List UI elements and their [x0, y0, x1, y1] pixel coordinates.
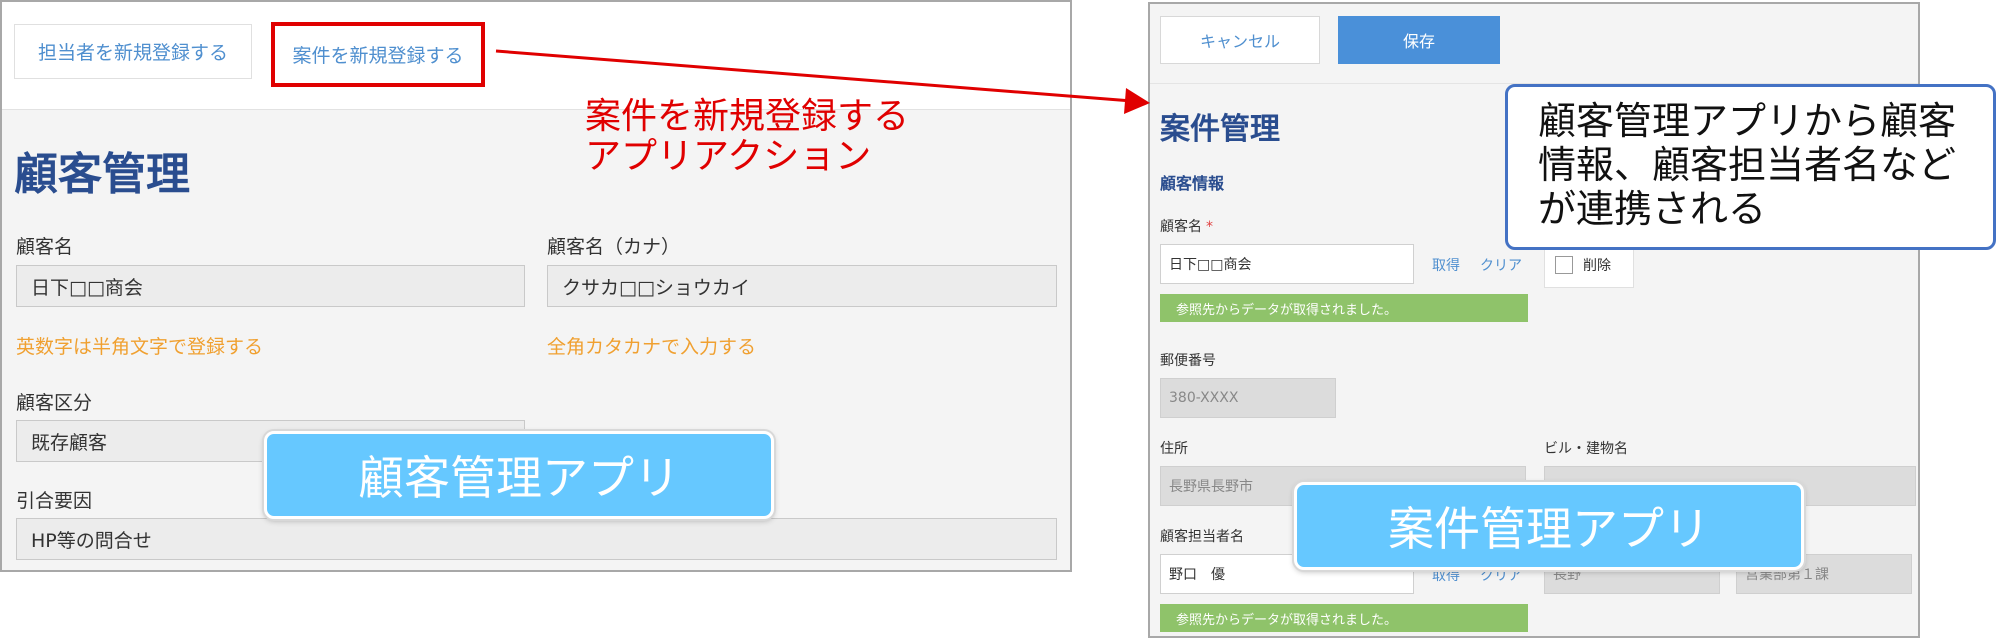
case-app-badge: 案件管理アプリ [1294, 482, 1804, 570]
integration-callout: 顧客管理アプリから顧客 情報、顧客担当者名など が連携される [1505, 84, 1996, 250]
action-annotation: 案件を新規登録する アプリアクション [585, 96, 910, 177]
customer-app-badge: 顧客管理アプリ [264, 431, 774, 519]
